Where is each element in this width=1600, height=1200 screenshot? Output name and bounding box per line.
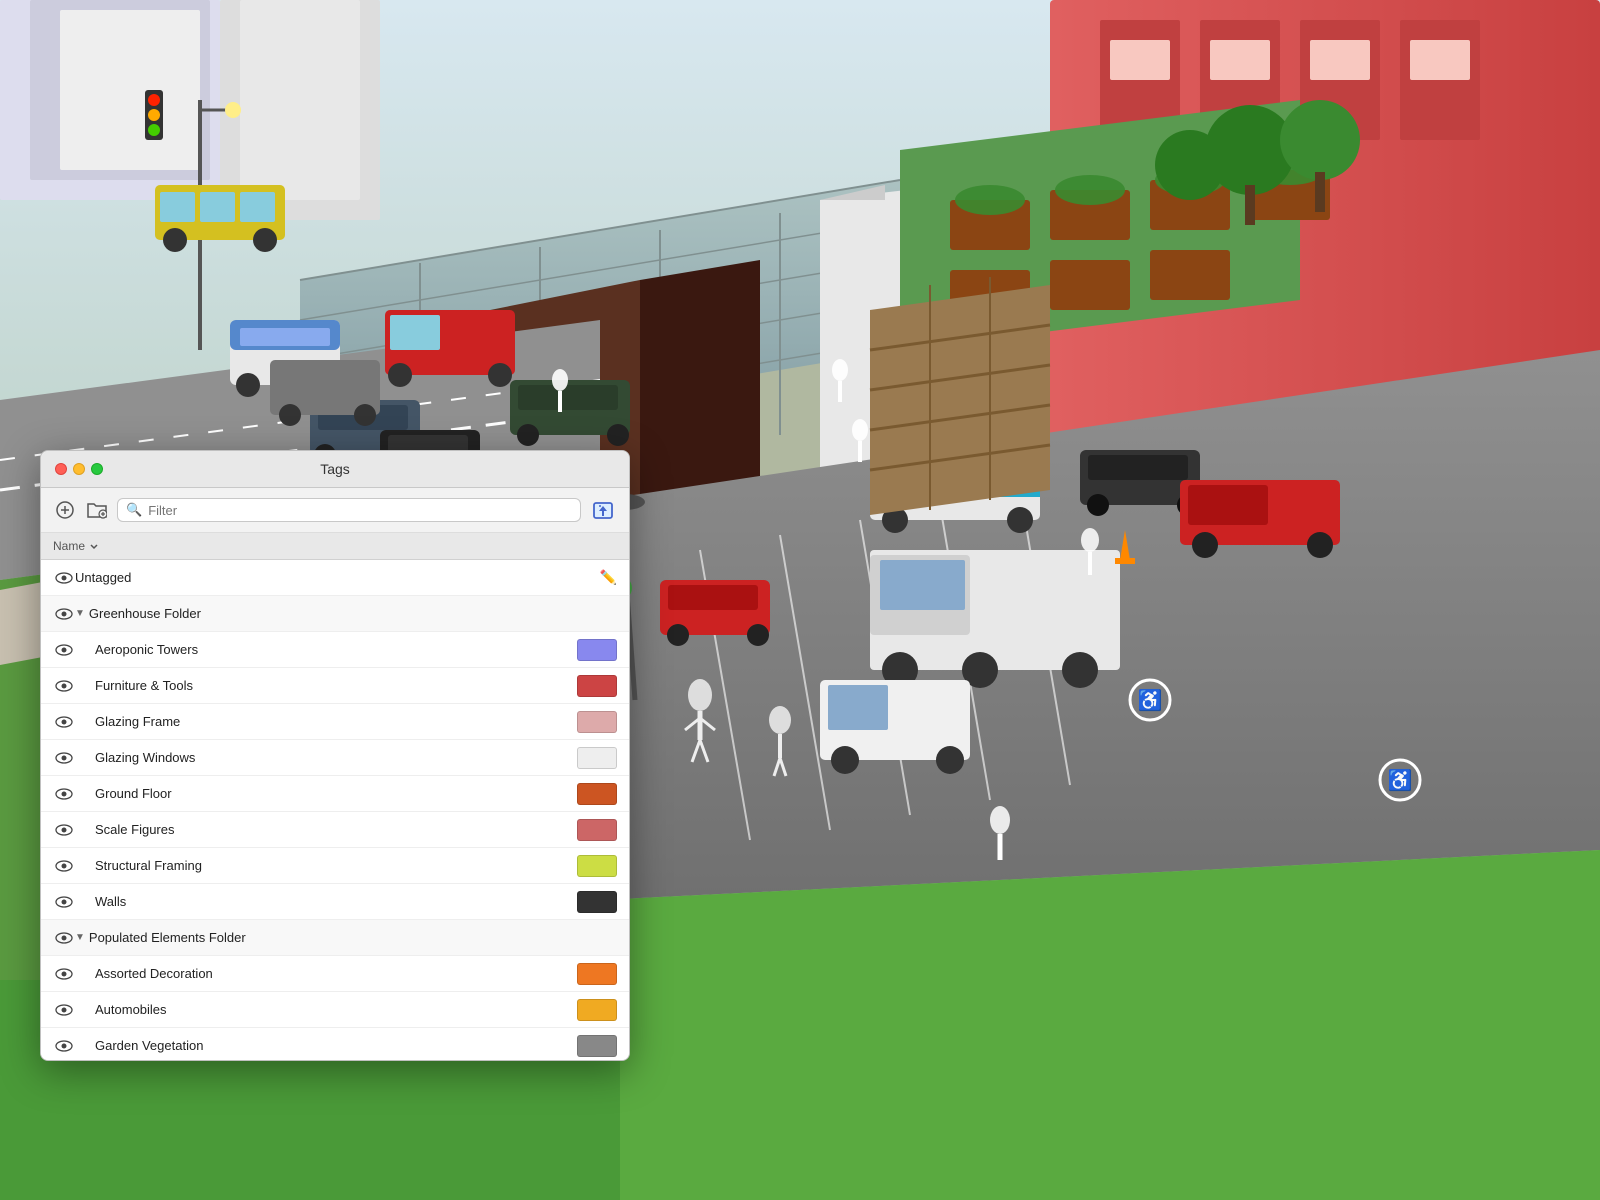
window-controls: [55, 463, 103, 475]
add-folder-button[interactable]: [85, 498, 109, 522]
color-swatch-walls[interactable]: [577, 891, 617, 913]
filter-input[interactable]: [148, 503, 572, 518]
panel-title: Tags: [320, 461, 350, 477]
tag-row-walls[interactable]: Walls: [41, 884, 629, 920]
svg-text:♿: ♿: [1138, 688, 1163, 712]
visibility-toggle-glazing-frame[interactable]: [53, 711, 75, 733]
column-header: Name: [41, 533, 629, 560]
tag-row-aeroponic-towers[interactable]: Aeroponic Towers: [41, 632, 629, 668]
tag-row-glazing-windows[interactable]: Glazing Windows: [41, 740, 629, 776]
search-icon: 🔍: [126, 502, 142, 518]
tag-label-ground-floor: Ground Floor: [95, 786, 577, 801]
add-tag-button[interactable]: [53, 498, 77, 522]
tag-label-scale-figures: Scale Figures: [95, 822, 577, 837]
visibility-toggle-scale-figures[interactable]: [53, 819, 75, 841]
tag-label-glazing-windows: Glazing Windows: [95, 750, 577, 765]
tag-label-greenhouse-folder: Greenhouse Folder: [89, 606, 617, 621]
minimize-button[interactable]: [73, 463, 85, 475]
color-swatch-glazing-windows[interactable]: [577, 747, 617, 769]
tag-list: Untagged ✏️ ▼ Greenhouse Folder Aeroponic …: [41, 560, 629, 1060]
color-swatch-structural-framing[interactable]: [577, 855, 617, 877]
tag-label-glazing-frame: Glazing Frame: [95, 714, 577, 729]
tag-label-walls: Walls: [95, 894, 577, 909]
visibility-toggle-walls[interactable]: [53, 891, 75, 913]
tag-row-assorted-decoration[interactable]: Assorted Decoration: [41, 956, 629, 992]
tag-label-automobiles: Automobiles: [95, 1002, 577, 1017]
tag-label-populated-elements-folder: Populated Elements Folder: [89, 930, 617, 945]
color-swatch-scale-figures[interactable]: [577, 819, 617, 841]
name-column-header[interactable]: Name: [53, 539, 617, 553]
edit-icon-untagged[interactable]: ✏️: [600, 569, 617, 586]
filter-input-wrap[interactable]: 🔍: [117, 498, 581, 522]
color-swatch-garden-vegetation[interactable]: [577, 1035, 617, 1057]
folder-arrow-greenhouse-folder[interactable]: ▼: [75, 608, 85, 619]
visibility-toggle-aeroponic-towers[interactable]: [53, 639, 75, 661]
color-swatch-automobiles[interactable]: [577, 999, 617, 1021]
tag-row-structural-framing[interactable]: Structural Framing: [41, 848, 629, 884]
visibility-toggle-garden-vegetation[interactable]: [53, 1035, 75, 1057]
visibility-toggle-automobiles[interactable]: [53, 999, 75, 1021]
tag-row-scale-figures[interactable]: Scale Figures: [41, 812, 629, 848]
color-swatch-furniture-tools[interactable]: [577, 675, 617, 697]
panel-toolbar: 🔍: [41, 488, 629, 533]
tag-row-greenhouse-folder[interactable]: ▼ Greenhouse Folder: [41, 596, 629, 632]
visibility-toggle-furniture-tools[interactable]: [53, 675, 75, 697]
tag-row-automobiles[interactable]: Automobiles: [41, 992, 629, 1028]
folder-arrow-populated-elements-folder[interactable]: ▼: [75, 932, 85, 943]
export-button[interactable]: [589, 496, 617, 524]
tag-label-structural-framing: Structural Framing: [95, 858, 577, 873]
tags-panel: Tags 🔍: [40, 450, 630, 1061]
tag-label-garden-vegetation: Garden Vegetation: [95, 1038, 577, 1053]
visibility-toggle-assorted-decoration[interactable]: [53, 963, 75, 985]
color-swatch-ground-floor[interactable]: [577, 783, 617, 805]
tag-row-populated-elements-folder[interactable]: ▼ Populated Elements Folder: [41, 920, 629, 956]
tag-row-ground-floor[interactable]: Ground Floor: [41, 776, 629, 812]
tag-label-furniture-tools: Furniture & Tools: [95, 678, 577, 693]
tag-label-aeroponic-towers: Aeroponic Towers: [95, 642, 577, 657]
tag-label-untagged: Untagged: [75, 570, 592, 585]
tag-row-furniture-tools[interactable]: Furniture & Tools: [41, 668, 629, 704]
tag-row-garden-vegetation[interactable]: Garden Vegetation: [41, 1028, 629, 1060]
visibility-toggle-greenhouse-folder[interactable]: [53, 603, 75, 625]
visibility-toggle-populated-elements-folder[interactable]: [53, 927, 75, 949]
visibility-toggle-ground-floor[interactable]: [53, 783, 75, 805]
maximize-button[interactable]: [91, 463, 103, 475]
color-swatch-aeroponic-towers[interactable]: [577, 639, 617, 661]
tag-row-untagged[interactable]: Untagged ✏️: [41, 560, 629, 596]
panel-titlebar: Tags: [41, 451, 629, 488]
tag-row-glazing-frame[interactable]: Glazing Frame: [41, 704, 629, 740]
color-swatch-assorted-decoration[interactable]: [577, 963, 617, 985]
close-button[interactable]: [55, 463, 67, 475]
visibility-toggle-glazing-windows[interactable]: [53, 747, 75, 769]
color-swatch-glazing-frame[interactable]: [577, 711, 617, 733]
svg-text:♿: ♿: [1388, 768, 1413, 792]
visibility-toggle-untagged[interactable]: [53, 567, 75, 589]
tag-label-assorted-decoration: Assorted Decoration: [95, 966, 577, 981]
visibility-toggle-structural-framing[interactable]: [53, 855, 75, 877]
